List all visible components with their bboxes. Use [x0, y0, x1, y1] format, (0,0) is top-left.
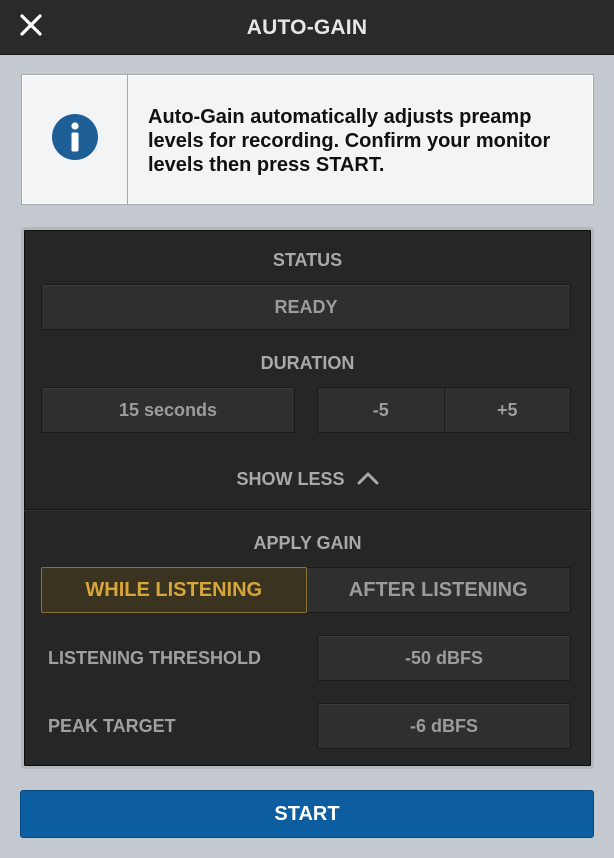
title-bar: AUTO-GAIN [0, 0, 614, 55]
status-label: STATUS [272, 250, 343, 270]
status-value: READY [41, 284, 571, 330]
info-text: Auto-Gain automatically adjusts preamp l… [148, 106, 551, 176]
section-divider [24, 509, 591, 511]
duration-increment-button[interactable]: +5 [443, 388, 571, 432]
info-banner: Auto-Gain automatically adjusts preamp l… [21, 74, 594, 205]
while-listening-option[interactable]: WHILE LISTENING [41, 567, 307, 613]
after-listening-option[interactable]: AFTER LISTENING [306, 567, 571, 613]
dialog-title: AUTO-GAIN [246, 16, 368, 39]
show-less-label: SHOW LESS [236, 468, 345, 489]
start-button[interactable]: START [20, 790, 594, 838]
chevron-up-icon [357, 469, 379, 490]
listening-threshold-field[interactable]: -50 dBFS [317, 635, 571, 681]
show-less-toggle[interactable]: SHOW LESS [24, 464, 591, 494]
info-icon [51, 113, 99, 166]
info-icon-cell [22, 75, 128, 204]
duration-value: 15 seconds [41, 387, 295, 433]
duration-decrement-button[interactable]: -5 [318, 388, 444, 432]
settings-panel: STATUS READY DURATION 15 seconds -5 +5 S… [21, 227, 594, 769]
peak-target-field[interactable]: -6 dBFS [317, 703, 571, 749]
apply-gain-selector: WHILE LISTENING AFTER LISTENING [41, 567, 571, 613]
apply-gain-label: APPLY GAIN [253, 533, 362, 553]
duration-label: DURATION [260, 353, 355, 373]
listening-threshold-label: LISTENING THRESHOLD [48, 648, 262, 668]
duration-stepper: -5 +5 [317, 387, 571, 433]
peak-target-label: PEAK TARGET [48, 716, 176, 736]
